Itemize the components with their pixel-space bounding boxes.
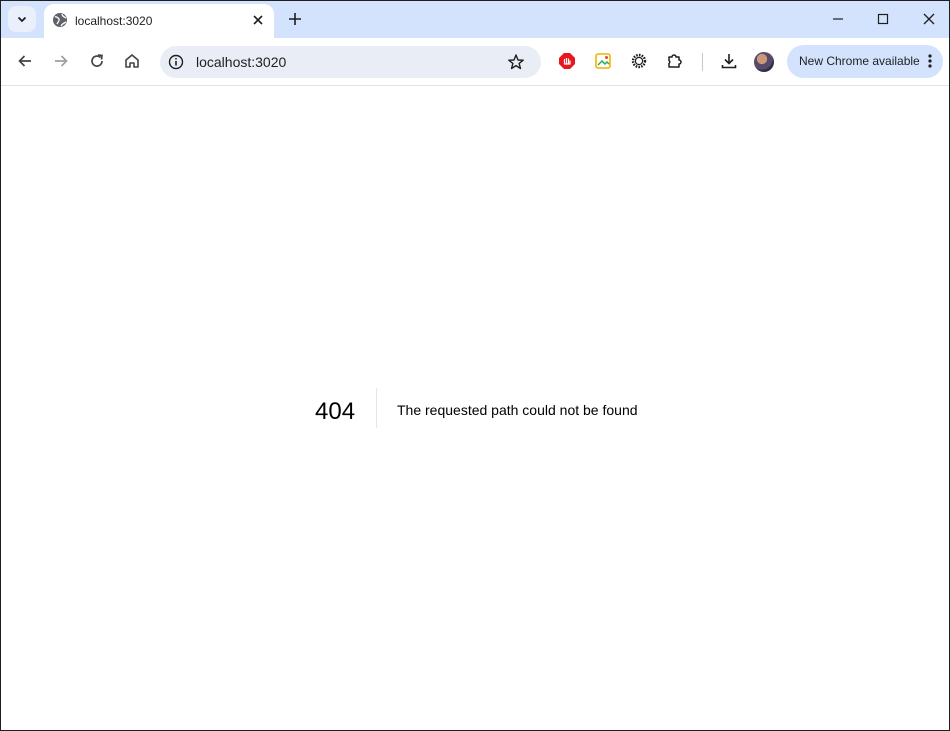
new-chrome-available-button[interactable]: New Chrome available: [787, 45, 943, 78]
error-code: 404: [315, 398, 356, 425]
minimize-icon[interactable]: [831, 12, 845, 26]
tab-title: localhost:3020: [75, 14, 153, 28]
chevron-down-icon: [17, 16, 27, 23]
error-divider: [376, 388, 377, 428]
tab-search-button[interactable]: [8, 6, 36, 32]
sun-extension-icon[interactable]: [630, 52, 648, 70]
back-arrow-icon[interactable]: [16, 52, 34, 70]
page-content: 404 The requested path could not be foun…: [1, 86, 949, 730]
forward-arrow-icon[interactable]: [52, 52, 70, 70]
error-message: The requested path could not be found: [397, 402, 638, 418]
toolbar: localhost:3020 New Chrome available: [1, 38, 949, 86]
browser-window: localhost:3020 localhost:3020 New Chrome…: [0, 0, 950, 731]
url-text[interactable]: localhost:3020: [196, 54, 286, 70]
globe-icon: [53, 13, 67, 27]
bookmark-star-icon[interactable]: [507, 53, 525, 71]
maximize-icon[interactable]: [876, 12, 890, 26]
reload-icon[interactable]: [88, 52, 106, 70]
plus-icon[interactable]: [285, 9, 305, 29]
kebab-menu-icon[interactable]: [923, 53, 937, 69]
info-icon[interactable]: [168, 54, 184, 70]
close-icon[interactable]: [251, 13, 265, 27]
profile-avatar[interactable]: [754, 52, 774, 72]
adblock-extension-icon[interactable]: [558, 52, 576, 70]
image-extension-icon[interactable]: [594, 52, 612, 70]
tab-active[interactable]: localhost:3020: [44, 4, 274, 38]
home-icon[interactable]: [123, 52, 141, 70]
download-icon[interactable]: [720, 52, 738, 70]
address-bar[interactable]: localhost:3020: [160, 46, 541, 78]
puzzle-extensions-icon[interactable]: [666, 52, 684, 70]
window-close-icon[interactable]: [922, 12, 936, 26]
tab-strip: localhost:3020: [1, 1, 949, 38]
toolbar-divider: [702, 53, 703, 71]
update-label: New Chrome available: [799, 54, 920, 68]
